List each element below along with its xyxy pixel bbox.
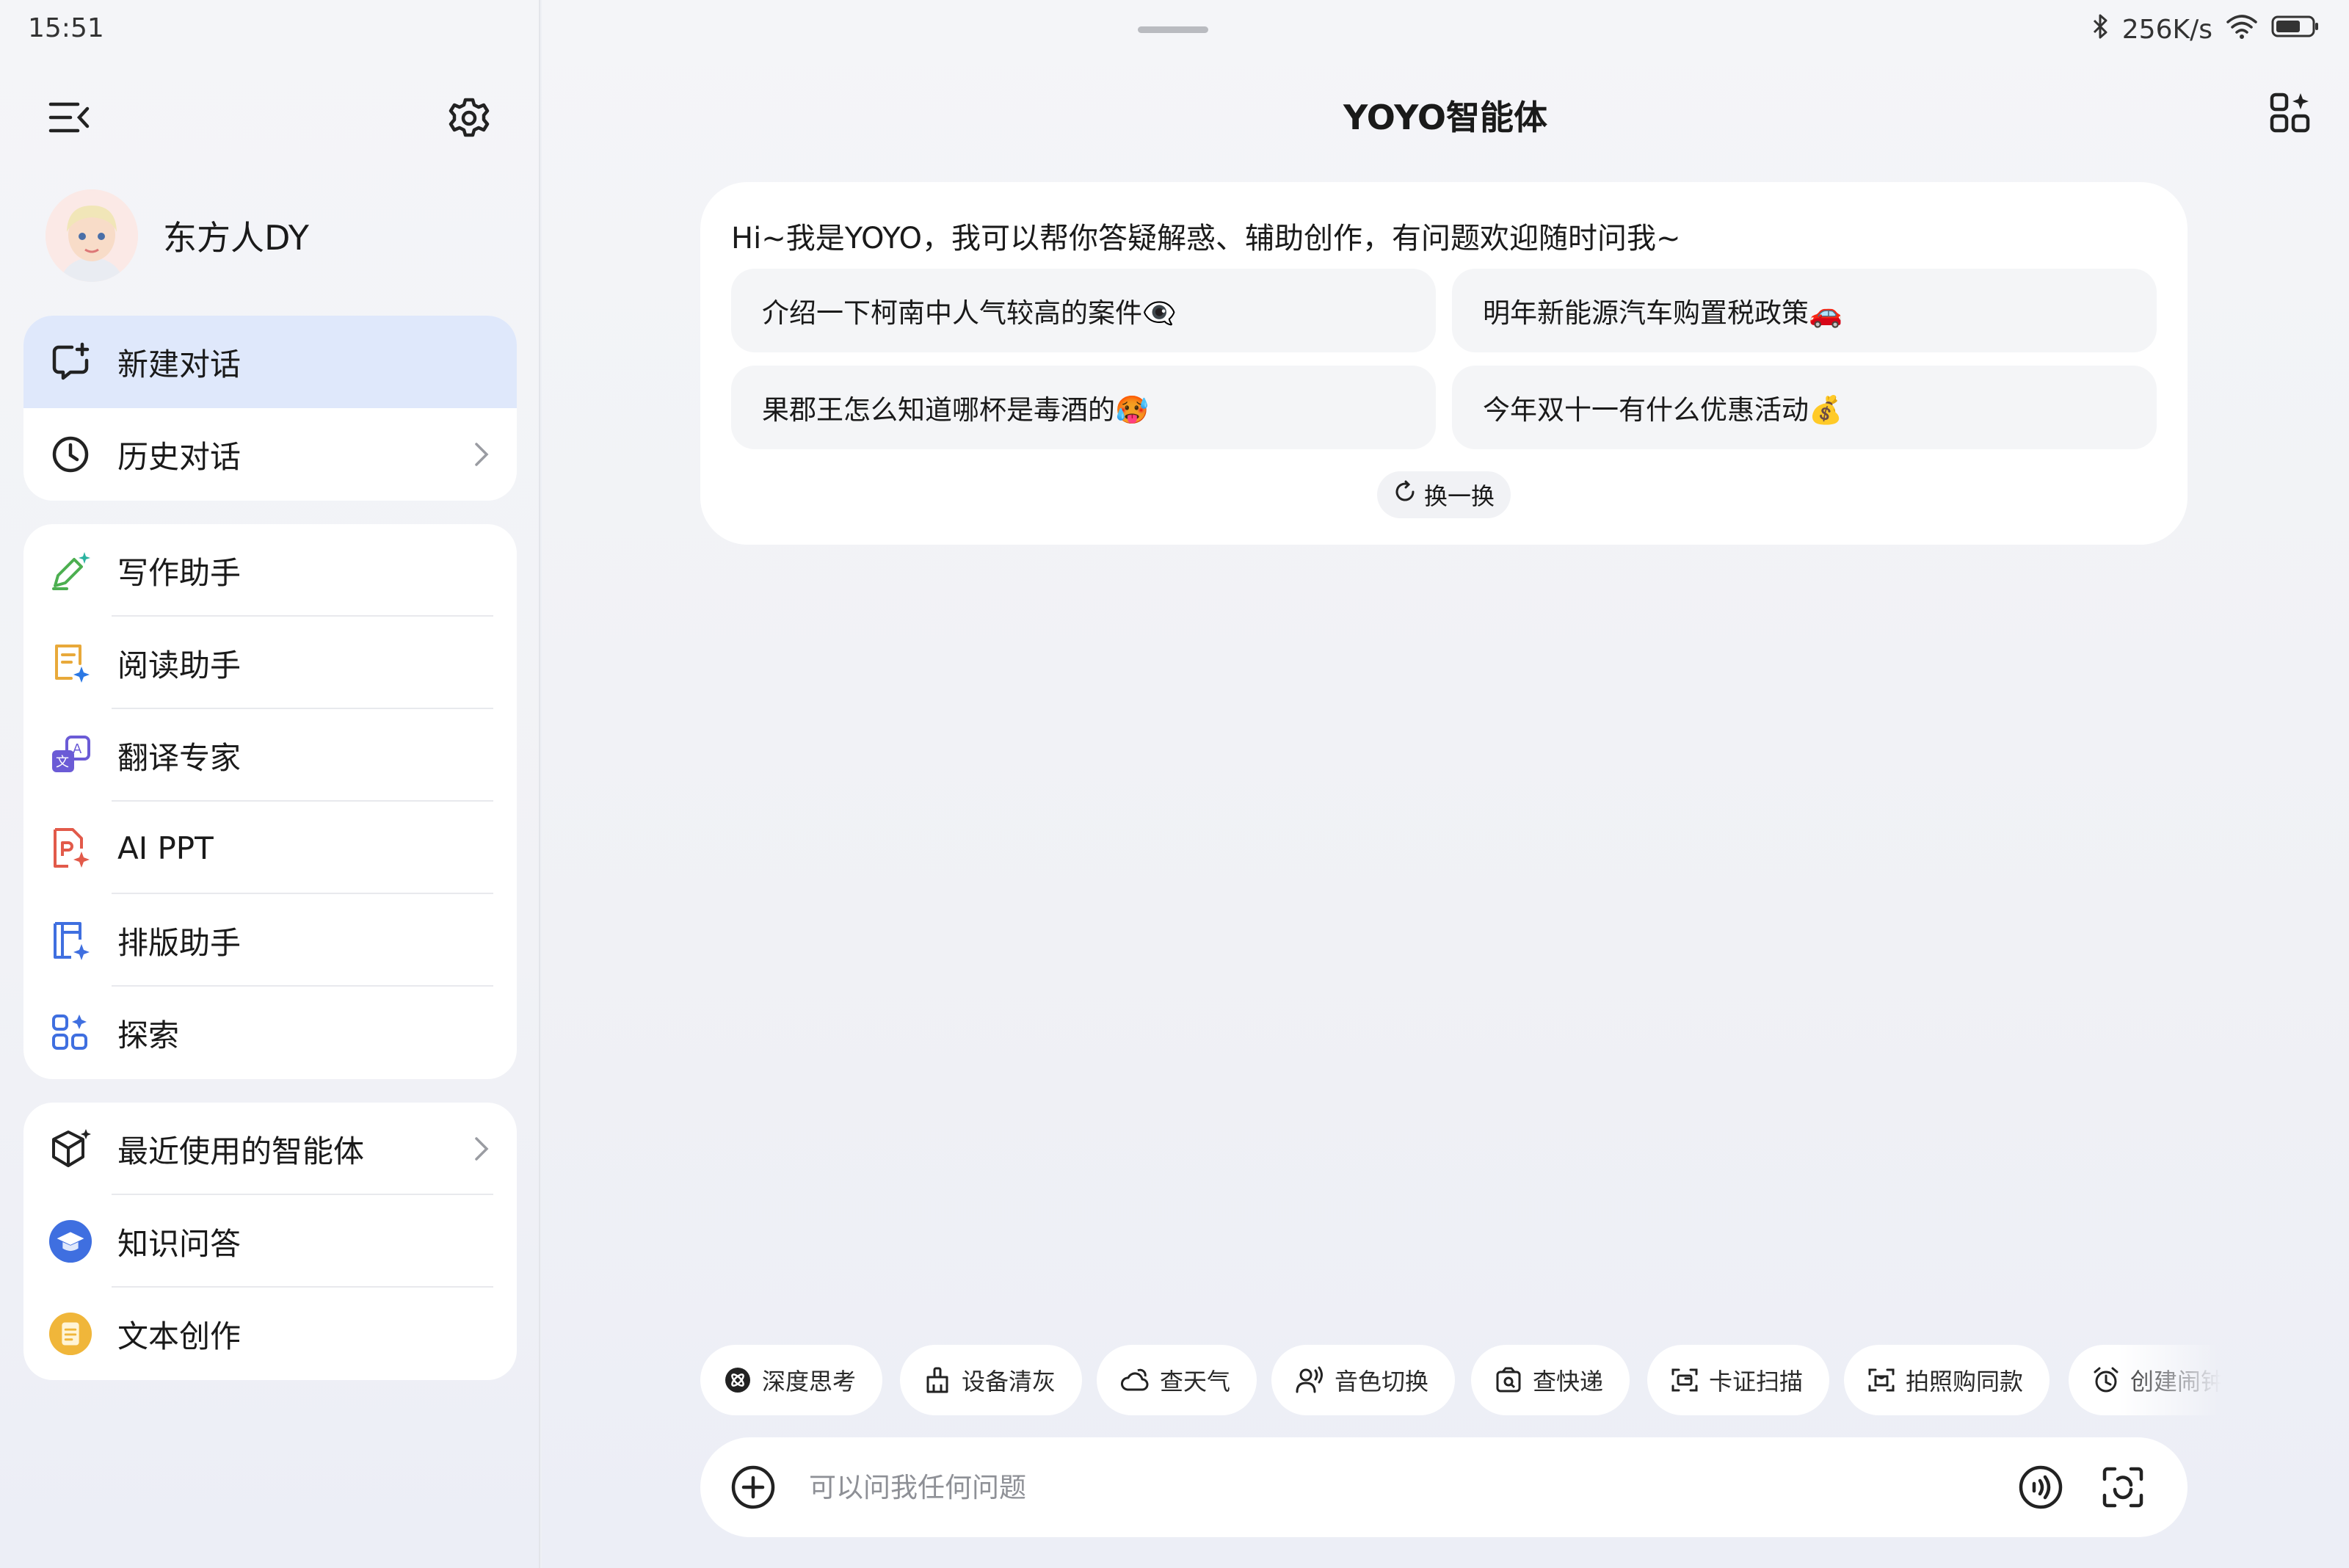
bluetooth-icon <box>2091 13 2109 46</box>
svg-text:文: 文 <box>56 755 69 770</box>
refresh-icon <box>1393 480 1417 509</box>
agent-card: 最近使用的智能体 知识问答 文本创作 <box>23 1103 517 1380</box>
layout-icon <box>48 918 92 962</box>
menu-collapse-icon[interactable] <box>46 94 92 141</box>
chat-input[interactable] <box>809 1462 1910 1512</box>
sidebar: 15:51 东方人DY 新建对话 历史对话 写作助手 阅读助手 A 文 翻译专家… <box>0 0 540 1568</box>
sidebar-item-text-creation[interactable]: 文本创作 <box>23 1288 517 1380</box>
sidebar-item-knowledge-qa[interactable]: 知识问答 <box>23 1195 517 1288</box>
apps-sparkle-icon[interactable] <box>2264 87 2317 139</box>
welcome-card: Hi~我是YOYO，我可以帮你答疑解惑、辅助创作，有问题欢迎随时问我~ 介绍一下… <box>700 182 2188 545</box>
gear-icon[interactable] <box>443 92 495 144</box>
chip-device-clean[interactable]: 设备清灰 <box>900 1345 1083 1415</box>
cube-icon <box>48 1127 92 1171</box>
sidebar-item-new-chat[interactable]: 新建对话 <box>23 316 517 408</box>
sidebar-item-translate[interactable]: A文 翻译专家 <box>23 709 517 802</box>
text-note-icon <box>48 1312 92 1356</box>
suggestion-item[interactable]: 今年双十一有什么优惠活动💰 <box>1452 366 2157 449</box>
quick-actions: 深度思考 设备清灰 查天气 音色切换 查快递 卡证扫描 拍照购同款 创建闹钟 <box>700 1345 2221 1418</box>
document-sparkle-icon <box>48 641 92 685</box>
voice-person-icon <box>1296 1366 1323 1393</box>
suggestion-item[interactable]: 明年新能源汽车购置税政策🚗 <box>1452 269 2157 352</box>
alarm-icon <box>2094 1367 2119 1393</box>
voice-wave-icon[interactable] <box>2016 1462 2066 1512</box>
drag-handle[interactable] <box>1138 26 1208 33</box>
wifi-icon <box>2226 13 2258 46</box>
chip-weather[interactable]: 查天气 <box>1097 1345 1257 1415</box>
net-speed: 256K/s <box>2121 15 2212 45</box>
chip-alarm[interactable]: 创建闹钟 <box>2069 1345 2221 1415</box>
avatar[interactable] <box>46 189 138 282</box>
chat-input-bar <box>700 1437 2188 1537</box>
chip-photo-shop[interactable]: 拍照购同款 <box>1844 1345 2050 1415</box>
chip-express[interactable]: 查快递 <box>1471 1345 1630 1415</box>
suggestion-item[interactable]: 介绍一下柯南中人气较高的案件👁️‍🗨️ <box>731 269 1436 352</box>
sidebar-item-reading[interactable]: 阅读助手 <box>23 617 517 709</box>
sidebar-item-history[interactable]: 历史对话 <box>23 408 517 501</box>
sidebar-item-explore[interactable]: 探索 <box>23 987 517 1079</box>
chevron-right-icon <box>473 440 490 472</box>
graduation-cap-icon <box>48 1219 92 1263</box>
new-chat-icon <box>48 340 92 384</box>
grid-sparkle-icon <box>48 1011 92 1055</box>
user-profile[interactable]: 东方人DY <box>46 189 309 282</box>
user-name: 东方人DY <box>163 218 310 258</box>
pen-sparkle-icon <box>48 548 92 592</box>
sidebar-item-recent-agents[interactable]: 最近使用的智能体 <box>23 1103 517 1195</box>
chat-nav-card: 新建对话 历史对话 <box>23 316 517 501</box>
welcome-message: Hi~我是YOYO，我可以帮你答疑解惑、辅助创作，有问题欢迎随时问我~ <box>731 222 1681 255</box>
photo-shop-icon <box>1868 1368 1895 1392</box>
assistant-card: 写作助手 阅读助手 A文 翻译专家 AI PPT 排版助手 探索 <box>23 524 517 1079</box>
main-panel: 256K/s YOYO智能体 Hi~我是YOYO，我可以帮你答疑解惑、辅助创作，… <box>542 0 2349 1568</box>
sidebar-item-layout[interactable]: 排版助手 <box>23 894 517 987</box>
plus-circle-icon[interactable] <box>728 1462 778 1512</box>
chip-deep-think[interactable]: 深度思考 <box>700 1345 883 1415</box>
page-title: YOYO智能体 <box>1343 98 1547 137</box>
sidebar-item-ai-ppt[interactable]: AI PPT <box>23 802 517 894</box>
chevron-right-icon <box>473 1134 490 1166</box>
package-icon <box>1496 1367 1521 1393</box>
deep-think-icon <box>725 1368 750 1393</box>
chip-card-scan[interactable]: 卡证扫描 <box>1647 1345 1830 1415</box>
translate-icon: A文 <box>48 733 92 777</box>
refresh-button[interactable]: 换一换 <box>1377 471 1511 518</box>
card-scan-icon <box>1671 1368 1698 1392</box>
clock-icon <box>48 432 92 476</box>
scan-icon[interactable] <box>2098 1462 2148 1512</box>
suggestion-item[interactable]: 果郡王怎么知道哪杯是毒酒的🥵 <box>731 366 1436 449</box>
sidebar-item-writing[interactable]: 写作助手 <box>23 524 517 617</box>
ppt-file-icon <box>48 826 92 870</box>
chip-voice-switch[interactable]: 音色切换 <box>1271 1345 1456 1415</box>
weather-cloud-icon <box>1121 1368 1149 1391</box>
status-time: 15:51 <box>28 13 104 43</box>
broom-icon <box>926 1367 948 1393</box>
status-bar-right: 256K/s <box>2091 13 2320 46</box>
battery-icon <box>2271 13 2320 46</box>
